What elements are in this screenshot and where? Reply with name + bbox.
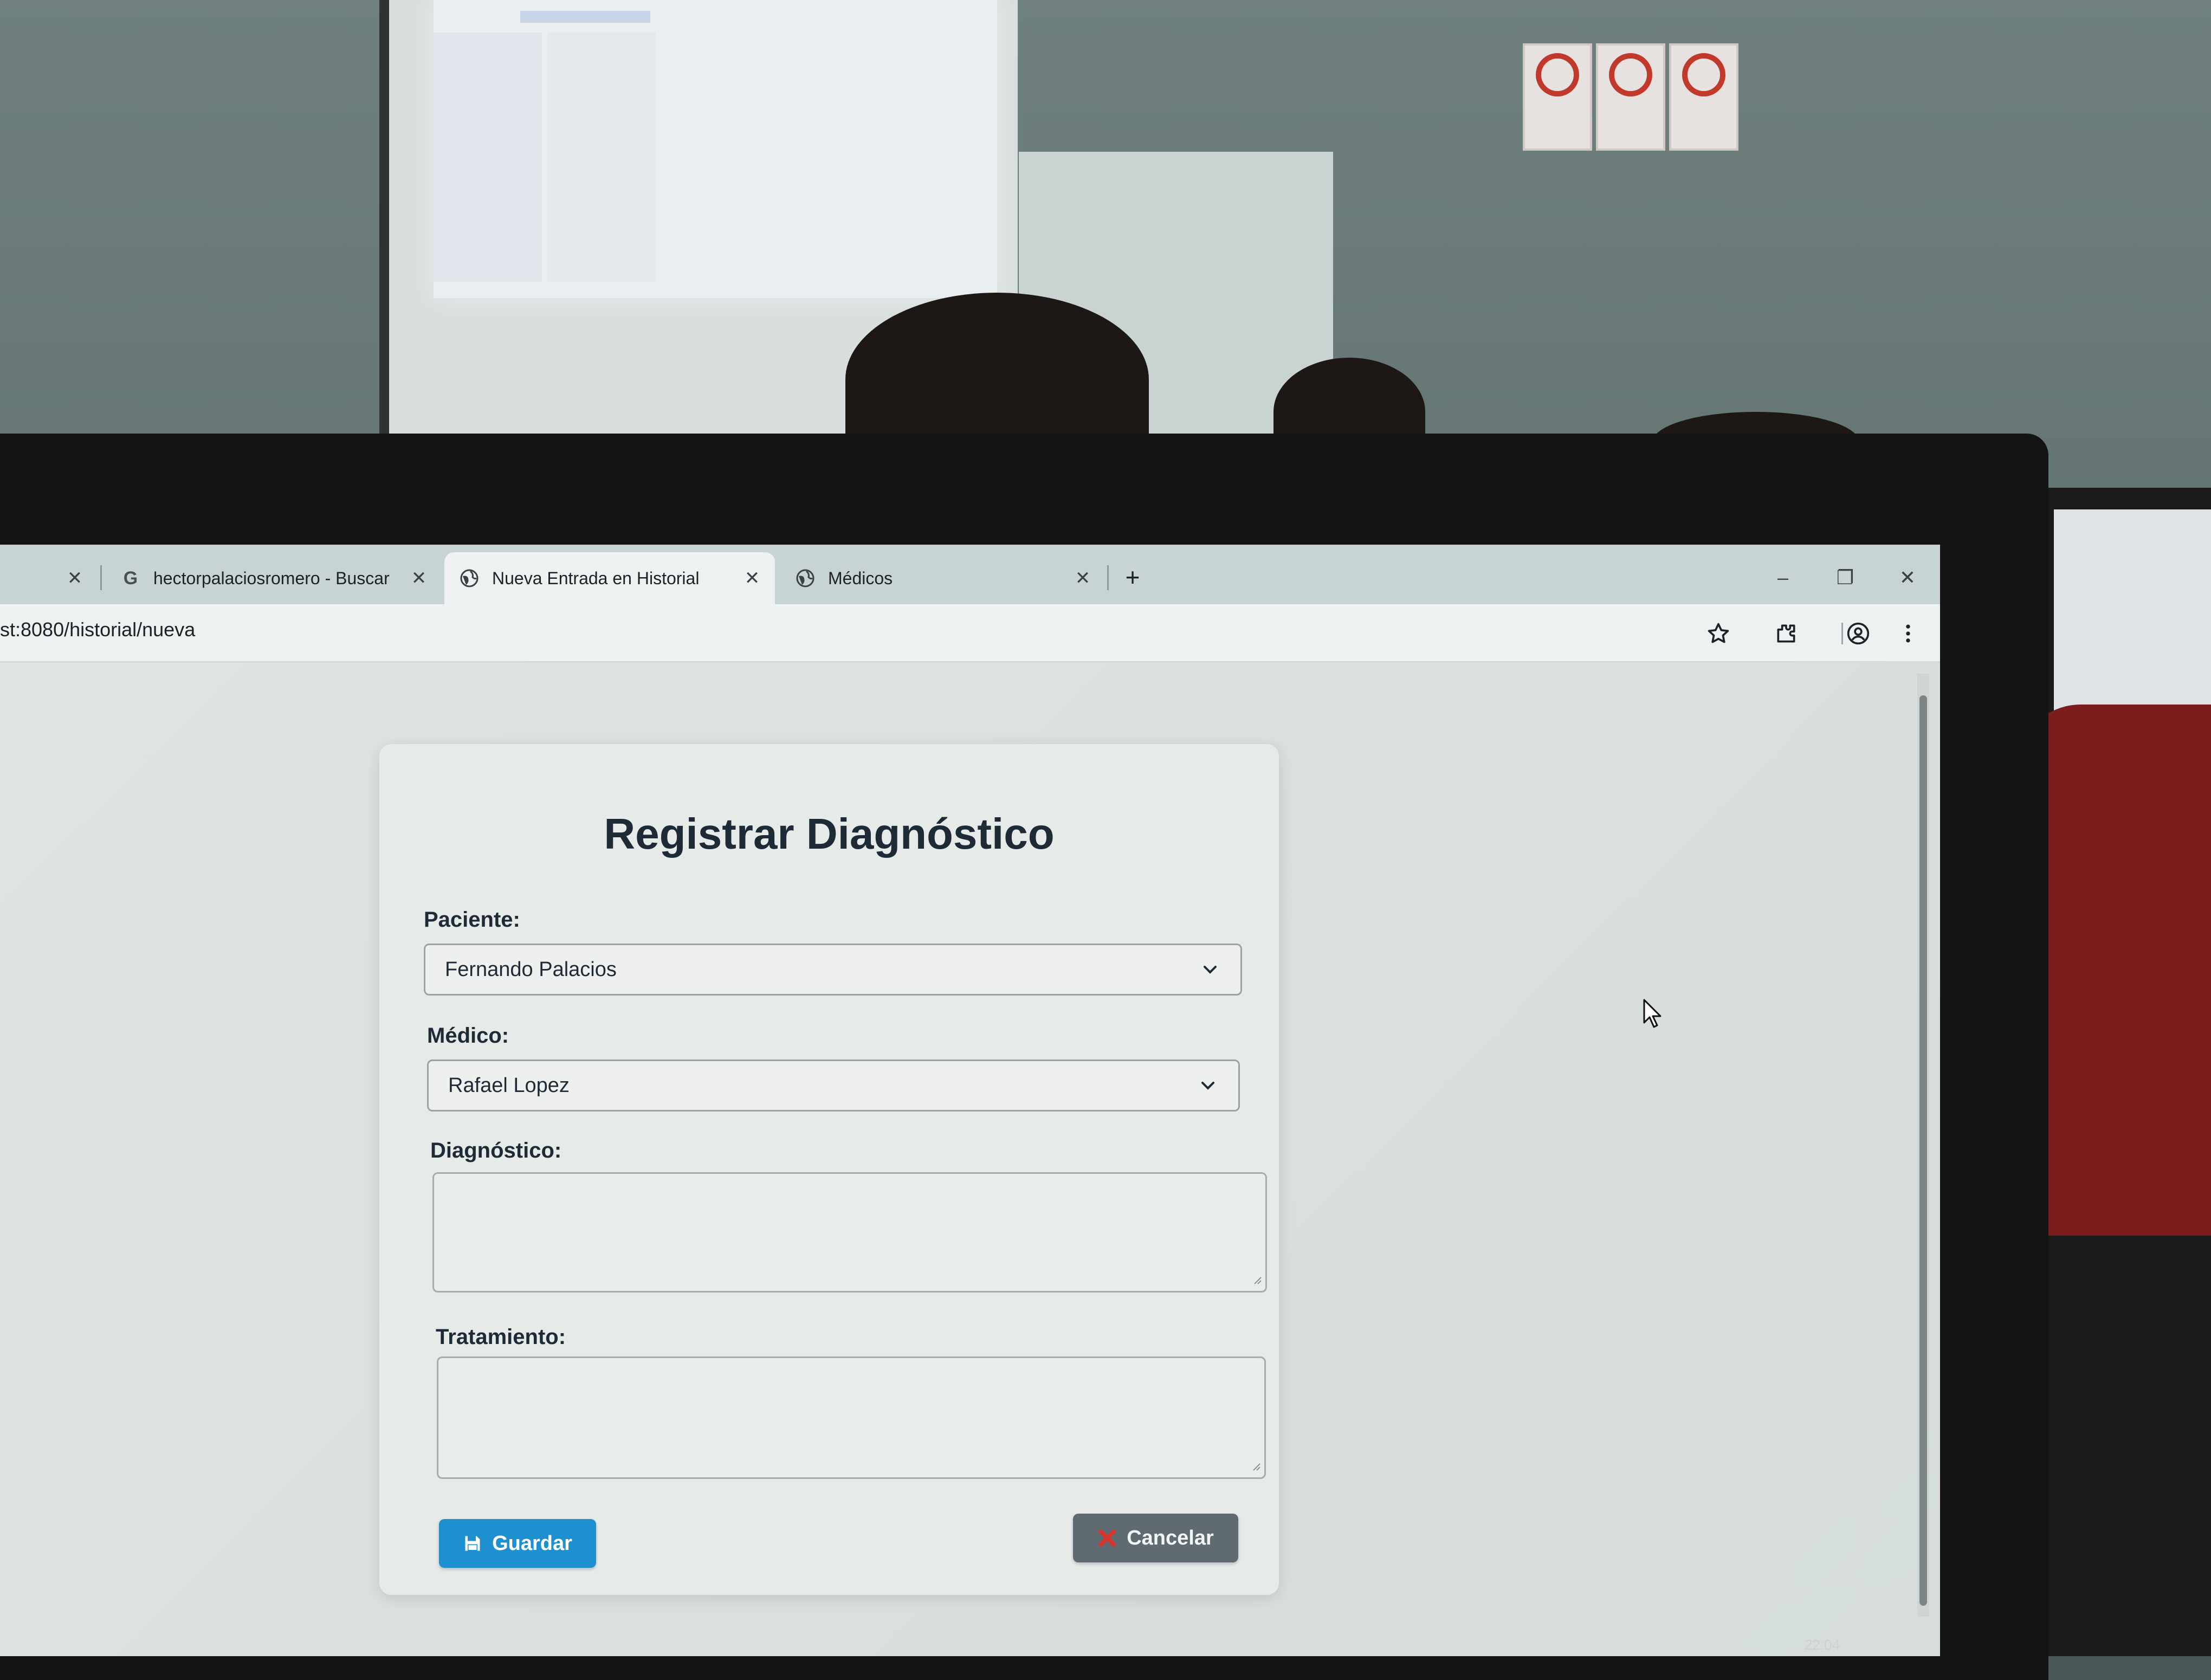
profile-icon[interactable] [1844, 619, 1872, 648]
resize-grip-icon[interactable] [1251, 1462, 1261, 1474]
diagnostico-textarea[interactable] [432, 1172, 1267, 1293]
address-bar[interactable]: st:8080/historial/nueva [0, 618, 195, 641]
chevron-down-icon [1199, 959, 1221, 980]
save-button-label: Guardar [492, 1532, 572, 1555]
projected-screen-image [434, 0, 997, 298]
page-viewport: Registrar Diagnóstico Paciente: Fernando… [0, 663, 1940, 1656]
page-title: Registrar Diagnóstico [604, 810, 1055, 858]
close-window-button[interactable]: ✕ [1889, 564, 1926, 591]
extensions-icon[interactable] [1772, 619, 1800, 648]
browser-toolbar: st:8080/historial/nueva [0, 604, 1940, 663]
save-button[interactable]: Guardar [439, 1519, 596, 1568]
resize-grip-icon[interactable] [1252, 1275, 1262, 1288]
tratamiento-label: Tratamiento: [436, 1325, 566, 1349]
projected-sidebar [434, 33, 542, 282]
paciente-selected-value: Fernando Palacios [445, 958, 617, 981]
tab-separator [1107, 565, 1109, 590]
restore-button[interactable]: ❐ [1826, 564, 1864, 591]
mouse-pointer-icon [1643, 999, 1665, 1032]
medico-select[interactable]: Rafael Lopez [427, 1059, 1240, 1112]
projected-tab-bar [520, 11, 650, 23]
medico-selected-value: Rafael Lopez [448, 1074, 570, 1097]
projected-list [547, 33, 656, 282]
browser-window: ✕ G hectorpalaciosromero - Buscar ✕ Nuev… [0, 545, 1940, 1656]
minimize-button[interactable]: – [1764, 564, 1802, 591]
tab-title: Nueva Entrada en Historial [492, 568, 700, 588]
no-food-sign [1669, 43, 1738, 151]
globe-icon [796, 568, 815, 588]
diagnostico-label: Diagnóstico: [430, 1139, 562, 1162]
tab-partial[interactable]: ✕ [0, 552, 98, 604]
tab-medicos[interactable]: Médicos ✕ [780, 552, 1106, 604]
tab-nueva-entrada[interactable]: Nueva Entrada en Historial ✕ [444, 552, 775, 604]
toolbar-divider [1841, 619, 1843, 648]
floppy-disk-icon [463, 1534, 482, 1553]
star-icon[interactable] [1704, 619, 1732, 648]
cross-mark-icon [1097, 1528, 1117, 1548]
tab-strip: ✕ G hectorpalaciosromero - Buscar ✕ Nuev… [0, 545, 1940, 604]
paciente-label: Paciente: [424, 908, 520, 932]
cancel-button[interactable]: Cancelar [1073, 1514, 1238, 1562]
tab-google-search[interactable]: G hectorpalaciosromero - Buscar ✕ [106, 552, 442, 604]
tab-close-icon[interactable]: ✕ [740, 567, 764, 589]
chevron-down-icon [1197, 1075, 1219, 1096]
prohibition-sign [1523, 43, 1592, 151]
google-g-icon: G [121, 568, 140, 588]
tab-close-icon[interactable]: ✕ [407, 567, 431, 589]
tab-separator [100, 565, 102, 590]
tab-close-icon[interactable]: ✕ [63, 567, 87, 589]
paciente-select[interactable]: Fernando Palacios [424, 944, 1242, 996]
no-smoking-sign [1596, 43, 1665, 151]
taskbar-clock: 22:04 [1805, 1637, 1840, 1653]
new-tab-button[interactable]: + [1116, 561, 1149, 593]
tab-title: Médicos [828, 568, 893, 588]
medico-label: Médico: [427, 1024, 509, 1048]
svg-text:G: G [124, 568, 138, 588]
scrollbar-thumb[interactable] [1919, 695, 1927, 1606]
diagnosis-form-card: Registrar Diagnóstico Paciente: Fernando… [379, 744, 1279, 1595]
tab-close-icon[interactable]: ✕ [1071, 567, 1095, 589]
tratamiento-textarea[interactable] [437, 1356, 1266, 1479]
menu-icon[interactable] [1894, 619, 1922, 648]
globe-icon [460, 568, 479, 588]
cancel-button-label: Cancelar [1127, 1526, 1214, 1549]
tab-title: hectorpalaciosromero - Buscar [153, 568, 390, 588]
